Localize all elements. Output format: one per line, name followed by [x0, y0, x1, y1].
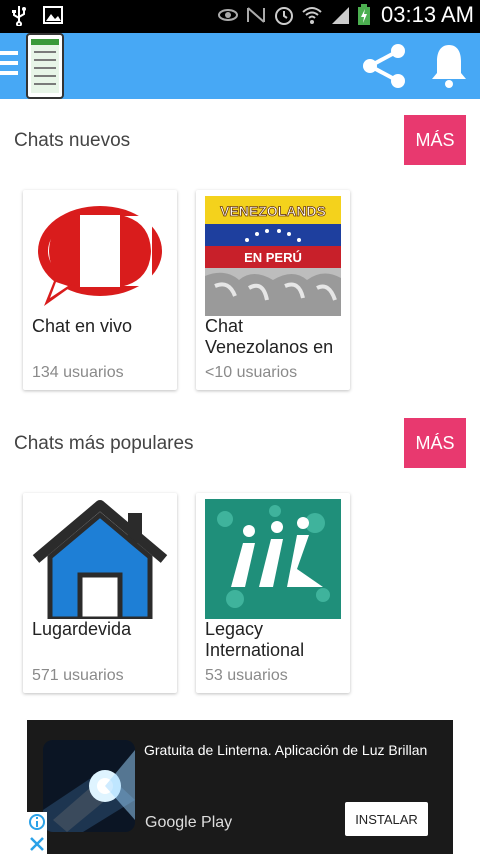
app-logo[interactable] — [26, 33, 64, 99]
more-button-chats-populares[interactable]: MÁS — [404, 418, 466, 468]
image-icon — [43, 6, 63, 24]
chat-name: Chat en vivo — [32, 316, 133, 336]
nfc-icon — [247, 7, 266, 23]
battery-charging-icon — [358, 4, 371, 25]
svg-text:EN PERÚ: EN PERÚ — [244, 250, 302, 265]
chat-user-count: 571 usuarios — [32, 667, 124, 684]
share-icon[interactable] — [360, 41, 408, 91]
eye-icon — [218, 9, 239, 21]
status-bar: 03:13 AM — [0, 0, 480, 33]
google-play-label: Google Play — [145, 814, 233, 831]
chat-thumbnail — [32, 499, 168, 619]
chat-card[interactable]: Lugardevida 571 usuarios — [23, 493, 177, 693]
clock: 03:13 AM — [381, 2, 474, 27]
more-button-chats-nuevos[interactable]: MÁS — [404, 115, 466, 165]
alarm-icon — [275, 7, 294, 25]
wifi-icon — [302, 7, 322, 24]
chat-name: Lugardevida — [32, 619, 132, 639]
install-button[interactable]: INSTALAR — [345, 802, 428, 836]
menu-icon — [0, 51, 18, 55]
peru-speech-bubble-icon — [38, 206, 162, 306]
legacy-logo-image — [205, 499, 341, 619]
chat-user-count: 53 usuarios — [205, 667, 288, 684]
chat-user-count: <10 usuarios — [205, 364, 298, 381]
ad-banner[interactable]: Gratuita de Linterna. Aplicación de Luz … — [27, 720, 453, 854]
house-icon — [32, 500, 168, 619]
chat-thumbnail: VENEZOLANDS EN PERÚ — [205, 196, 341, 316]
ad-choices[interactable] — [27, 812, 47, 854]
chat-thumbnail — [32, 196, 168, 316]
bell-icon[interactable] — [428, 41, 470, 91]
signal-icon — [332, 7, 350, 24]
flashlight-app-icon — [43, 740, 135, 832]
section-title-chats-populares: Chats más populares — [14, 433, 194, 454]
chat-card[interactable]: VENEZOLANDS EN PERÚ Chat Venezolanos en … — [196, 190, 350, 390]
chat-name: Chat Venezolanos en — [205, 316, 334, 357]
chat-card[interactable]: Chat en vivo 134 usuarios — [23, 190, 177, 390]
ad-text: Gratuita de Linterna. Aplicación de Luz … — [144, 742, 428, 758]
chat-card[interactable]: Legacy International 53 usuarios — [196, 493, 350, 693]
close-icon — [30, 837, 44, 851]
app-bar — [0, 33, 480, 99]
section-title-chats-nuevos: Chats nuevos — [14, 130, 131, 151]
chat-thumbnail — [205, 499, 341, 619]
chat-user-count: 134 usuarios — [32, 364, 124, 381]
svg-text:VENEZOLANDS: VENEZOLANDS — [220, 203, 326, 219]
usb-icon — [12, 6, 26, 26]
menu-button[interactable] — [0, 51, 22, 81]
venezuela-peru-flag-image: VENEZOLANDS EN PERÚ — [205, 196, 341, 316]
chat-name: Legacy International — [205, 619, 305, 660]
